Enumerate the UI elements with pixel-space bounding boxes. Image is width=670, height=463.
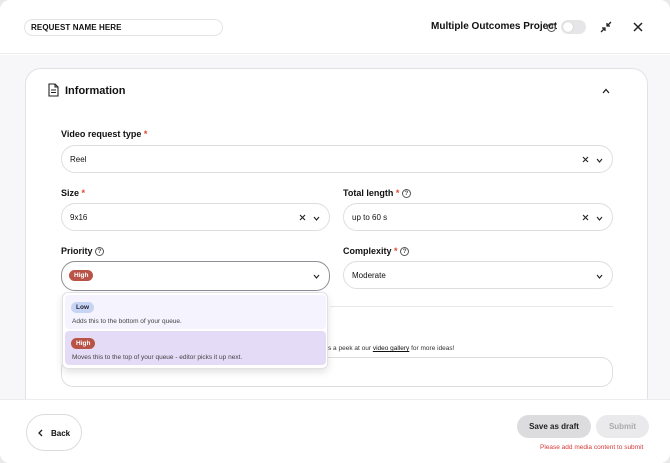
size-value: 9x16 [70, 213, 88, 222]
video-request-type-label: Video request type * [61, 129, 148, 139]
video-request-type-value: Reel [70, 155, 87, 164]
save-draft-button[interactable]: Save as draft [517, 415, 591, 438]
close-icon[interactable] [632, 21, 644, 33]
option-description: Adds this to the bottom of your queue. [72, 318, 182, 325]
minimize-icon[interactable] [600, 21, 612, 33]
back-button[interactable]: Back [26, 414, 82, 451]
submit-button[interactable]: Submit [596, 415, 649, 438]
chevron-up-icon[interactable] [602, 88, 610, 94]
clear-icon[interactable] [582, 156, 589, 163]
priority-select[interactable]: High [61, 261, 330, 291]
document-icon [48, 83, 59, 97]
priority-dropdown: Low Adds this to the bottom of your queu… [62, 292, 328, 369]
help-icon[interactable]: ? [401, 189, 411, 199]
error-message: Please add media content to submit [540, 444, 644, 451]
priority-option-high[interactable]: High Moves this to the top of your queue… [65, 331, 326, 365]
chevron-down-icon[interactable] [596, 158, 603, 163]
size-label: Size * [61, 188, 86, 198]
total-length-label: Total length * ? [343, 188, 411, 199]
divider [330, 306, 613, 307]
clear-icon[interactable] [299, 214, 306, 221]
option-badge: Low [71, 302, 94, 313]
help-icon[interactable]: ? [547, 23, 556, 32]
help-icon[interactable]: ? [400, 247, 410, 257]
total-length-select[interactable]: up to 60 s [343, 203, 613, 231]
multiple-outcomes-label: Multiple Outcomes Project [431, 21, 558, 32]
option-badge: High [71, 338, 96, 349]
priority-option-low[interactable]: Low Adds this to the bottom of your queu… [65, 295, 326, 329]
complexity-select[interactable]: Moderate [343, 261, 613, 289]
chevron-left-icon [38, 429, 43, 437]
total-length-value: up to 60 s [352, 213, 388, 222]
request-modal: REQUEST NAME HERE Multiple Outcomes Proj… [0, 0, 670, 463]
option-description: Moves this to the top of your queue - ed… [72, 354, 243, 361]
priority-badge: High [69, 270, 94, 281]
priority-label: Priority ? [61, 246, 105, 257]
chevron-down-icon[interactable] [596, 216, 603, 221]
video-gallery-link[interactable]: video gallery [373, 345, 410, 352]
complexity-value: Moderate [352, 271, 386, 280]
multiple-outcomes-toggle[interactable] [561, 20, 586, 34]
modal-header: REQUEST NAME HERE Multiple Outcomes Proj… [0, 0, 670, 54]
size-select[interactable]: 9x16 [61, 203, 330, 231]
chevron-down-icon[interactable] [596, 274, 603, 279]
video-request-type-select[interactable]: Reel [61, 145, 613, 173]
chevron-down-icon[interactable] [313, 274, 320, 279]
clear-icon[interactable] [582, 214, 589, 221]
request-name-input[interactable]: REQUEST NAME HERE [24, 19, 223, 36]
back-label: Back [51, 429, 71, 438]
help-icon[interactable]: ? [95, 247, 105, 257]
section-title: Information [65, 85, 126, 97]
toggle-knob [563, 22, 573, 32]
complexity-label: Complexity * ? [343, 246, 410, 257]
modal-footer: Back Save as draft Submit Please add med… [0, 399, 670, 463]
gallery-hint: s a peek at our video gallery for more i… [328, 345, 455, 352]
chevron-down-icon[interactable] [313, 216, 320, 221]
